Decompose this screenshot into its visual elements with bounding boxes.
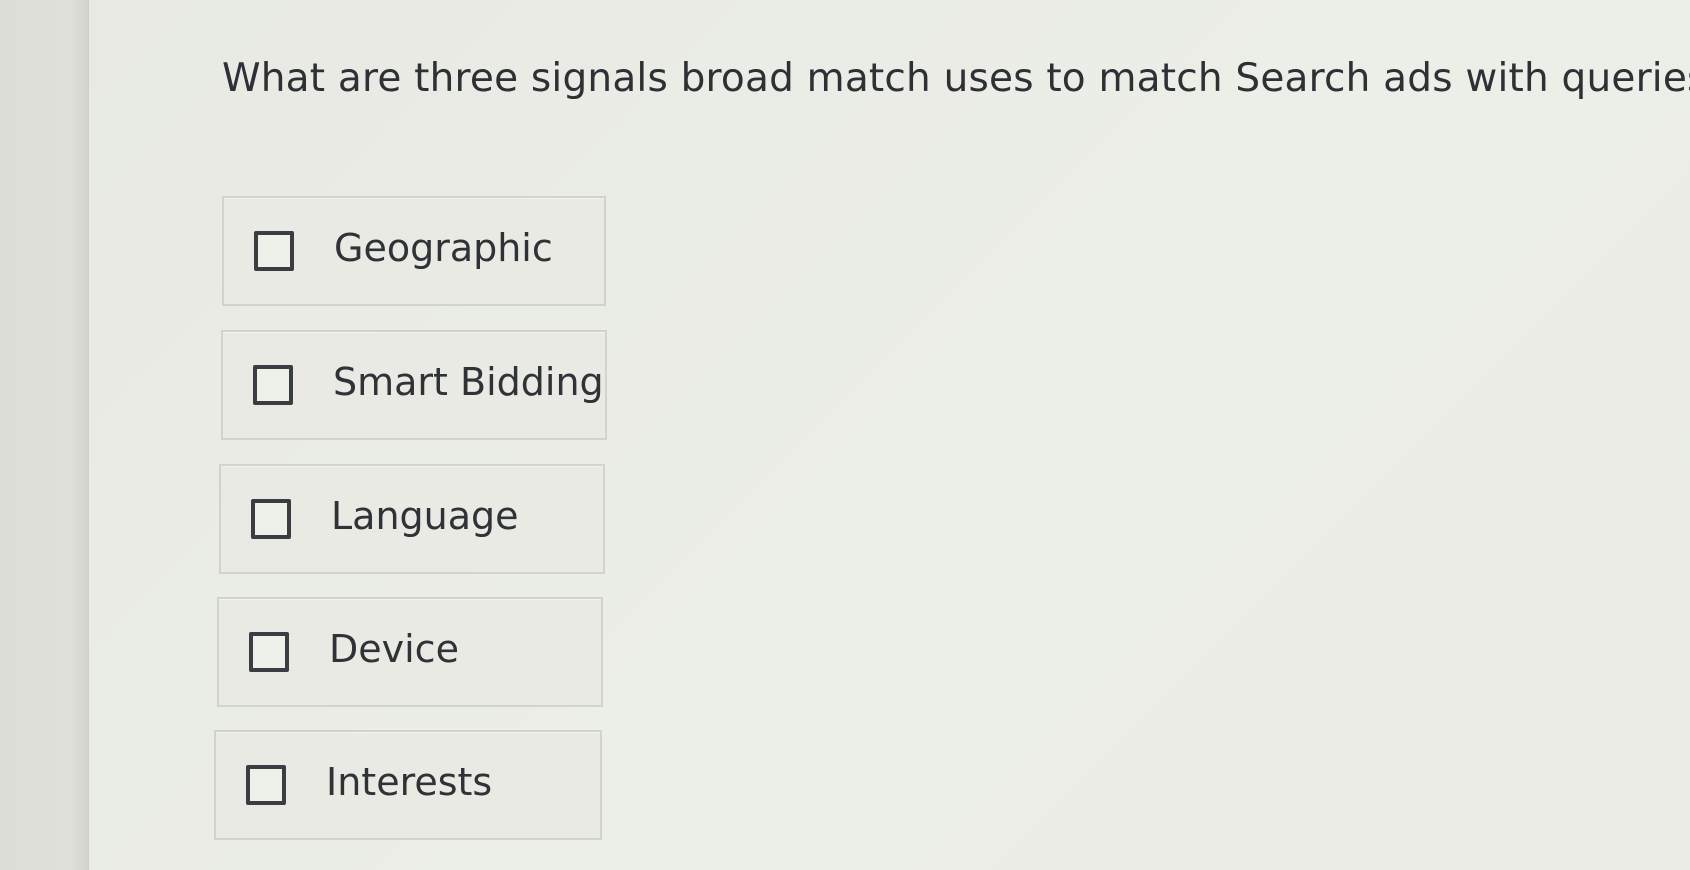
checkbox-icon[interactable] <box>251 499 291 539</box>
option-language[interactable]: Language <box>219 464 605 574</box>
option-label: Geographic <box>334 226 553 270</box>
checkbox-icon[interactable] <box>246 765 286 805</box>
option-label: Smart Bidding <box>333 360 604 404</box>
option-interests[interactable]: Interests <box>214 730 602 840</box>
checkbox-icon[interactable] <box>254 231 294 271</box>
option-device[interactable]: Device <box>217 597 603 707</box>
option-label: Device <box>329 627 459 671</box>
option-label: Interests <box>326 760 493 804</box>
option-label: Language <box>331 494 519 538</box>
checkbox-icon[interactable] <box>253 365 293 405</box>
checkbox-icon[interactable] <box>249 632 289 672</box>
left-gutter <box>0 0 89 870</box>
option-geographic[interactable]: Geographic <box>222 196 606 306</box>
option-smart-bidding[interactable]: Smart Bidding <box>221 330 607 440</box>
question-text: What are three signals broad match uses … <box>222 56 1690 101</box>
